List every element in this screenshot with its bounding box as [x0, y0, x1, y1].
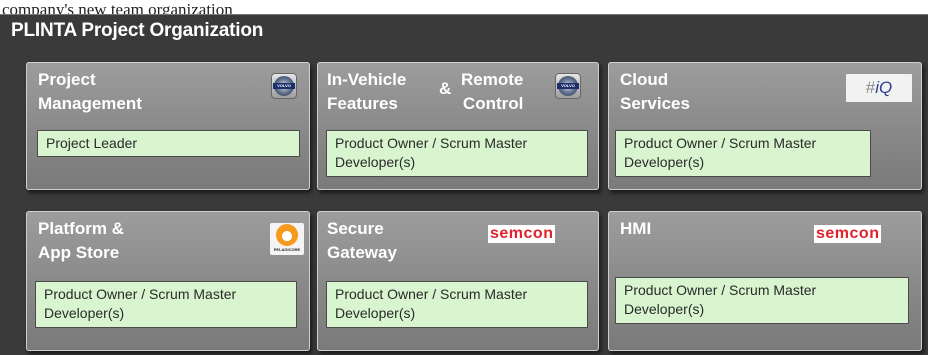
card-title-left: In-Vehicle Features	[327, 70, 407, 113]
role-box: Product Owner / Scrum Master Developer(s…	[326, 130, 588, 177]
page-title: PLINTA Project Organization	[11, 20, 264, 41]
card-title: HMI	[620, 219, 652, 238]
role-box: Product Owner / Scrum Master Developer(s…	[326, 281, 588, 328]
role-box: Product Owner / Scrum Master Developer(s…	[615, 277, 909, 324]
card-title: Platform & App Store	[38, 219, 124, 262]
card-title: Project Management	[38, 70, 142, 113]
card-hmi: HMI semcon Product Owner / Scrum Master …	[608, 211, 922, 351]
card-title: Cloud Services	[620, 70, 690, 113]
card-title-right: Remote Control	[461, 70, 524, 113]
card-in-vehicle-remote-control: In-Vehicle Features & Remote Control VOL…	[317, 62, 599, 190]
role-box: Product Owner / Scrum Master Developer(s…	[615, 130, 871, 177]
card-platform-app-store: Platform & App Store PELAGICORE Product …	[26, 211, 310, 351]
semcon-logo-icon: semcon	[814, 225, 882, 243]
volvo-logo-icon: VOLVO	[555, 73, 581, 99]
pelagicore-logo-icon: PELAGICORE	[270, 223, 304, 255]
organization-panel: PLINTA Project Organization Project Mana…	[0, 14, 928, 355]
hiq-logo-icon: #iQ	[846, 74, 912, 102]
volvo-logo-icon: VOLVO	[271, 73, 297, 99]
card-project-management: Project Management VOLVO Project Leader	[26, 62, 310, 190]
card-cloud-services: Cloud Services #iQ Product Owner / Scrum…	[608, 62, 922, 190]
semcon-logo-icon: semcon	[488, 225, 556, 243]
card-secure-gateway: Secure Gateway semcon Product Owner / Sc…	[317, 211, 599, 351]
role-box: Project Leader	[37, 130, 300, 157]
role-box: Product Owner / Scrum Master Developer(s…	[35, 281, 297, 328]
card-title: Secure Gateway	[327, 219, 397, 262]
figure: company's new team organization PLINTA P…	[0, 0, 928, 355]
card-title-ampersand: &	[439, 79, 452, 98]
